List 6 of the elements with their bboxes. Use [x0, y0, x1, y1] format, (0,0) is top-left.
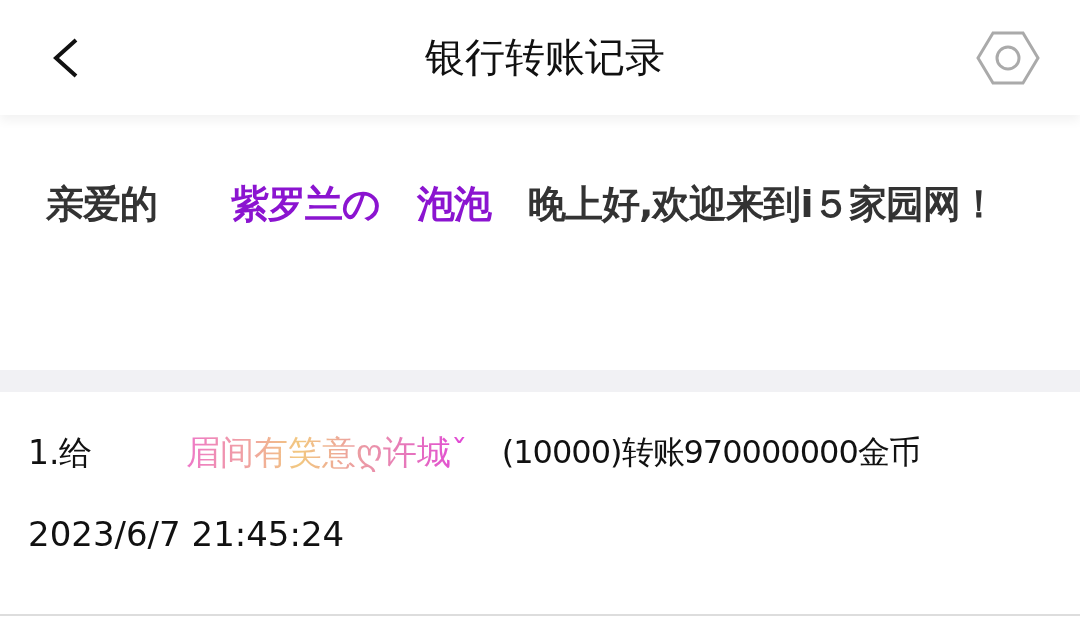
page-title: 银行转账记录	[424, 33, 666, 82]
record-index: 1.给	[28, 431, 94, 474]
settings-icon	[976, 29, 1040, 86]
transfer-detail: (10000)转账970000000金币	[501, 432, 920, 473]
record-time: 2023/6/7 21:45:24	[28, 514, 346, 554]
greeting-text: 亲爱的 紫罗兰の 泡泡 晚上好,欢迎来到i５家园网！	[46, 181, 999, 228]
